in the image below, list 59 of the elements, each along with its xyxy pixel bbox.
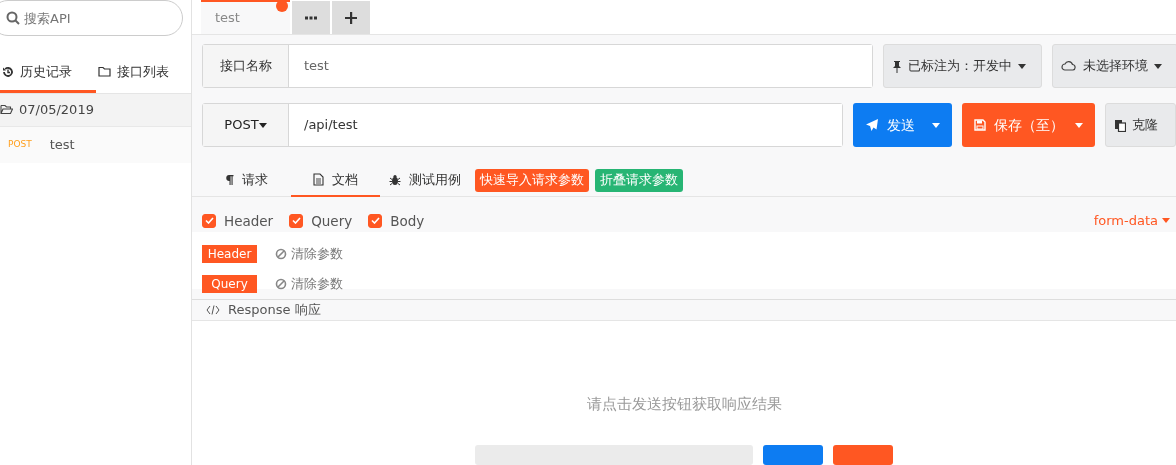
bug-icon bbox=[388, 173, 401, 186]
open-folder-icon bbox=[0, 104, 13, 115]
sub-tab[interactable]: 文档 bbox=[291, 164, 380, 197]
clone-button[interactable]: 克隆 bbox=[1105, 103, 1176, 147]
checkbox[interactable] bbox=[289, 213, 304, 228]
filter-checkbox[interactable]: Header bbox=[202, 210, 274, 231]
pilcrow-icon bbox=[225, 173, 234, 186]
cloud-icon bbox=[1061, 61, 1077, 71]
search-field[interactable]: 搜索API bbox=[0, 0, 183, 36]
history-item[interactable]: POST test bbox=[0, 126, 191, 163]
method-label: POST bbox=[8, 137, 32, 151]
environment-dropdown[interactable]: 未选择环境 bbox=[1052, 44, 1176, 88]
ban-icon bbox=[275, 248, 287, 260]
name-input-group[interactable]: 接口名称 test bbox=[202, 44, 873, 88]
caret-icon bbox=[1154, 63, 1162, 69]
check-icon bbox=[204, 217, 214, 225]
checkbox-label: Header bbox=[224, 211, 274, 231]
sidebar-tab[interactable]: 接口列表 bbox=[95, 54, 191, 93]
field-label: 接口名称 bbox=[203, 45, 289, 87]
checkbox-label: Body bbox=[390, 211, 425, 231]
new-tab-button[interactable] bbox=[332, 1, 370, 34]
item-name: test bbox=[49, 135, 75, 154]
check-icon bbox=[370, 217, 380, 225]
ellipsis-icon bbox=[305, 15, 317, 20]
paper-plane-icon bbox=[865, 118, 879, 132]
checkbox[interactable] bbox=[368, 213, 383, 228]
ban-icon bbox=[275, 278, 287, 290]
check-icon bbox=[291, 217, 301, 225]
empty-message: 请点击发送按钮获取响应结果 bbox=[586, 393, 782, 415]
filter-checkbox[interactable]: Body bbox=[368, 210, 425, 231]
caret-icon bbox=[258, 122, 267, 128]
section-tag: Query bbox=[202, 275, 257, 293]
clear-params-link[interactable]: 清除参数 bbox=[275, 244, 343, 264]
history-icon bbox=[2, 65, 14, 78]
caret-icon bbox=[1018, 63, 1026, 69]
status-dropdown[interactable]: 已标注为：开发中 bbox=[883, 44, 1042, 88]
caret-icon bbox=[1075, 122, 1083, 128]
url-input-group[interactable]: POST /api/test bbox=[202, 103, 843, 147]
caret-icon bbox=[1162, 218, 1170, 224]
group-date: 07/05/2019 bbox=[19, 100, 94, 119]
search-icon bbox=[6, 11, 20, 25]
folder-icon bbox=[97, 66, 111, 78]
clear-params-link[interactable]: 清除参数 bbox=[275, 274, 343, 294]
filter-checkbox[interactable]: Query bbox=[289, 210, 353, 231]
copy-icon bbox=[1114, 118, 1126, 132]
document-icon bbox=[313, 173, 324, 186]
pin-icon bbox=[892, 59, 902, 73]
sub-tab[interactable]: 测试用例 bbox=[380, 164, 469, 197]
send-button[interactable]: 发送 bbox=[853, 103, 952, 147]
code-icon bbox=[206, 304, 220, 315]
sub-tab[interactable]: 请求 bbox=[202, 164, 291, 197]
date-group-row[interactable]: 07/05/2019 bbox=[0, 93, 191, 127]
plus-icon bbox=[345, 11, 357, 24]
method-dropdown[interactable]: POST bbox=[203, 104, 289, 146]
checkbox[interactable] bbox=[202, 213, 216, 228]
response-title: Response 响应 bbox=[228, 300, 321, 319]
checkbox-label: Query bbox=[311, 211, 353, 231]
section-tag: Header bbox=[202, 245, 257, 263]
caret-icon bbox=[932, 122, 940, 128]
